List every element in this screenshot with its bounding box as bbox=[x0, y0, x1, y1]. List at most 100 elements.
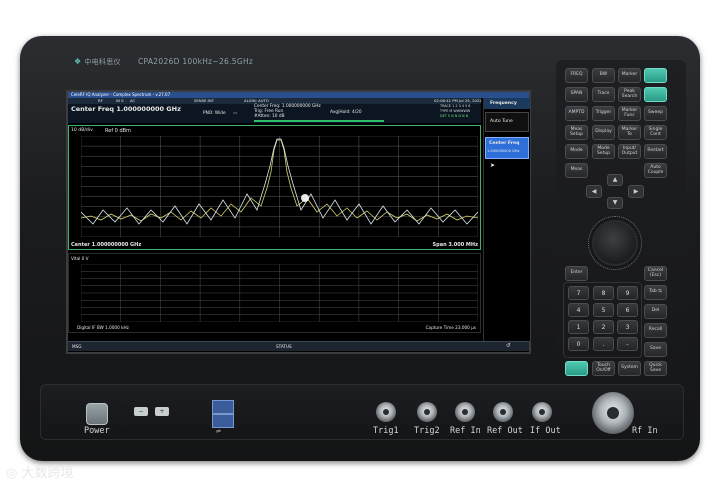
user-key[interactable] bbox=[644, 87, 667, 102]
if-out-port[interactable] bbox=[532, 402, 552, 422]
trig1-label: Trig1 bbox=[373, 426, 399, 436]
ref-in-label: Ref In bbox=[450, 426, 481, 436]
display-screen[interactable]: CeleRF IQ Analyzer - Complex Spectrum - … bbox=[66, 90, 531, 354]
touch-cursor bbox=[301, 194, 309, 202]
save-key[interactable]: Save bbox=[644, 342, 667, 357]
trigger-key[interactable]: Trigger bbox=[592, 106, 615, 121]
softkey-panel: Frequency Auto Tune Center Freq 1.000000… bbox=[483, 98, 530, 341]
usb-port-2[interactable] bbox=[212, 414, 234, 428]
rotary-knob[interactable] bbox=[588, 216, 642, 270]
tab-key[interactable]: Tab ⇆ bbox=[644, 285, 667, 300]
preset-key[interactable] bbox=[644, 68, 667, 83]
auto-couple-key[interactable]: Auto Couple bbox=[644, 163, 667, 178]
cancel-key[interactable]: Cancel (Esc) bbox=[644, 266, 667, 281]
gate-icon: ▭ bbox=[233, 111, 238, 116]
key-4[interactable]: 4 bbox=[568, 303, 589, 317]
power-button[interactable] bbox=[86, 403, 108, 425]
system-key[interactable]: System bbox=[618, 361, 641, 376]
auto-tune-softkey[interactable]: Auto Tune bbox=[485, 112, 529, 132]
msg-label: MSG bbox=[72, 343, 82, 349]
rf-indicator: RF bbox=[98, 98, 103, 103]
key-7[interactable]: 7 bbox=[568, 286, 589, 300]
brand-name: 中电科思仪 bbox=[84, 58, 121, 66]
auto-tune-label: Auto Tune bbox=[490, 119, 513, 124]
key-8[interactable]: 8 bbox=[593, 286, 614, 300]
key-0[interactable]: 0 bbox=[568, 337, 589, 351]
bw-key[interactable]: BW bbox=[592, 68, 615, 83]
restart-key[interactable]: Restart bbox=[644, 144, 667, 159]
touch-key[interactable]: Touch On/Off bbox=[592, 361, 615, 376]
arrow-down-icon[interactable]: ▼ bbox=[607, 197, 623, 209]
span-label: Span 3.000 MHz bbox=[432, 242, 478, 248]
key-2[interactable]: 2 bbox=[593, 320, 614, 334]
amptd-key[interactable]: AMPTD bbox=[565, 106, 588, 121]
sense-indicator: SENSE:INT bbox=[194, 98, 215, 103]
key-6[interactable]: 6 bbox=[617, 303, 638, 317]
meas-key[interactable]: Meas bbox=[565, 163, 588, 178]
quick-save-key[interactable]: Quick Save bbox=[644, 361, 667, 376]
datetime: 02:06:41 PM Jul 25, 2022 bbox=[434, 98, 482, 103]
mouse-pointer-icon: ➤ bbox=[490, 162, 496, 169]
spectrum-graph bbox=[81, 136, 478, 237]
power-status-key[interactable] bbox=[565, 361, 588, 376]
softkey-header: Frequency bbox=[484, 98, 530, 109]
key-dot[interactable]: . bbox=[593, 337, 614, 351]
marker-key[interactable]: Marker bbox=[618, 68, 641, 83]
center-freq-softkey[interactable]: Center Freq 1.000000000 GHz bbox=[485, 137, 529, 159]
arrow-left-icon[interactable]: ◀ bbox=[586, 185, 602, 198]
coupling-indicator: AC bbox=[130, 98, 136, 103]
recall-key[interactable]: Recall bbox=[644, 323, 667, 338]
usb-port-1[interactable] bbox=[212, 400, 234, 414]
freq-key[interactable]: FREQ bbox=[565, 68, 588, 83]
if-out-label: If Out bbox=[530, 426, 561, 436]
center-freq-bottom: Center 1.000000000 GHz bbox=[71, 242, 142, 248]
knob-scale bbox=[588, 216, 642, 270]
iq-grid bbox=[81, 264, 478, 322]
rf-in-main-label: Rf In bbox=[632, 426, 658, 436]
watermark-text: 大数跨境 bbox=[21, 466, 74, 481]
ref-out-port[interactable] bbox=[493, 402, 513, 422]
spectrum-panel[interactable]: 10 dB/div Ref 0 dBm Center 1.000000000 G… bbox=[68, 125, 481, 250]
single-cont-key[interactable]: Single Cont bbox=[644, 125, 667, 140]
marker-to-key[interactable]: Marker To bbox=[618, 125, 641, 140]
digital-if-bw: Digital IF BW 1.0000 kHz bbox=[77, 325, 129, 330]
rf-in-main-port[interactable] bbox=[592, 392, 634, 434]
input-indicator: IN 0 bbox=[116, 98, 124, 103]
trace-key[interactable]: Trace bbox=[592, 87, 615, 102]
input-output-key[interactable]: Input/ Output bbox=[618, 144, 641, 159]
key-5[interactable]: 5 bbox=[593, 303, 614, 317]
trig2-port[interactable] bbox=[417, 402, 437, 422]
key-minus[interactable]: - bbox=[617, 337, 638, 351]
trace-line-1: TRACE 1 2 3 4 5 6 bbox=[440, 104, 471, 108]
trig1-port[interactable] bbox=[376, 402, 396, 422]
meas-header: Center Freq 1.000000000 GHz PNO: Wide ▭ … bbox=[68, 104, 481, 123]
arrow-right-icon[interactable]: ▶ bbox=[628, 185, 644, 198]
marker-func-key[interactable]: Marker Func bbox=[618, 106, 641, 121]
bottom-status-bar: MSG STATUS ↺ bbox=[68, 341, 529, 351]
peak-search-key[interactable]: Peak Search bbox=[618, 87, 641, 102]
display-key[interactable]: Display bbox=[592, 125, 615, 140]
brand-logo: ❖ 中电科思仪 bbox=[74, 57, 121, 66]
minus-button[interactable]: − bbox=[134, 407, 148, 416]
del-key[interactable]: Del bbox=[644, 304, 667, 319]
plus-button[interactable]: + bbox=[155, 407, 169, 416]
key-3[interactable]: 3 bbox=[617, 320, 638, 334]
mode-key[interactable]: Mode bbox=[565, 144, 588, 159]
meas-setup-key[interactable]: Meas Setup bbox=[565, 125, 588, 140]
window-title: CeleRF IQ Analyzer - Complex Spectrum - … bbox=[71, 91, 171, 97]
watermark: ◎ 大数跨境 bbox=[6, 462, 74, 481]
iq-panel[interactable]: Vital 0 V Digital IF BW 1.0000 kHz Captu… bbox=[68, 253, 481, 333]
model-label: CPA2026D 100kHz~26.5GHz bbox=[138, 57, 254, 66]
undo-icon[interactable]: ↺ bbox=[506, 343, 511, 349]
enter-key[interactable]: Enter bbox=[565, 266, 588, 281]
status-label: STATUS bbox=[276, 343, 292, 349]
center-freq-softkey-label: Center Freq bbox=[489, 141, 520, 146]
ref-in-port[interactable] bbox=[455, 402, 475, 422]
arrow-up-icon[interactable]: ▲ bbox=[607, 174, 623, 186]
key-9[interactable]: 9 bbox=[617, 286, 638, 300]
key-1[interactable]: 1 bbox=[568, 320, 589, 334]
span-key[interactable]: SPAN bbox=[565, 87, 588, 102]
sweep-key[interactable]: Sweep bbox=[644, 106, 667, 121]
avg-hold: Avg|Hold: 4/20 bbox=[330, 110, 362, 115]
mode-setup-key[interactable]: Mode Setup bbox=[592, 144, 615, 159]
